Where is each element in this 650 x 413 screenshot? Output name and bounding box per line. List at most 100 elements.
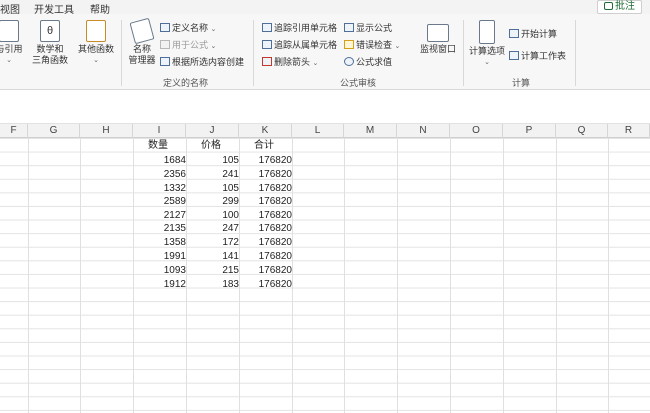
- other-functions-button[interactable]: 其他函数 ⌄: [76, 20, 116, 66]
- column-header-j[interactable]: J: [186, 124, 239, 138]
- grid-line: [397, 138, 398, 413]
- math-label-2: 三角函数: [32, 55, 69, 65]
- cell-total[interactable]: 176820: [241, 222, 292, 235]
- remove-arrows-button[interactable]: 删除箭头 ⌄: [262, 56, 318, 69]
- cell-price[interactable]: 247: [188, 222, 239, 235]
- define-name-button[interactable]: 定义名称 ⌄: [160, 22, 216, 35]
- error-checking-button[interactable]: 错误检查 ⌄: [344, 39, 400, 52]
- tag-icon: [160, 23, 170, 32]
- lookup-label: 与引用: [0, 44, 23, 54]
- column-header-i[interactable]: I: [133, 124, 186, 138]
- cell-quantity[interactable]: 2135: [135, 222, 186, 235]
- trace-precedents-icon: [262, 23, 272, 32]
- warning-icon: [344, 40, 354, 49]
- cell-price[interactable]: 100: [188, 209, 239, 222]
- evaluate-formula-icon: [344, 57, 354, 66]
- calculate-sheet-button[interactable]: 计算工作表: [509, 50, 566, 63]
- grid-icon: [160, 57, 170, 66]
- create-from-selection-button[interactable]: 根据所选内容创建: [160, 56, 244, 69]
- cell-quantity[interactable]: 1332: [135, 182, 186, 195]
- column-header-p[interactable]: P: [503, 124, 556, 138]
- cell-header-price[interactable]: 价格: [199, 139, 237, 152]
- cell-price[interactable]: 183: [188, 278, 239, 291]
- column-header-f[interactable]: F: [0, 124, 28, 138]
- column-header-k[interactable]: K: [239, 124, 292, 138]
- cell-total[interactable]: 176820: [241, 278, 292, 291]
- cell-quantity[interactable]: 1093: [135, 264, 186, 277]
- theta-icon: θ: [40, 20, 60, 42]
- formula-audit-group-label: 公式审核: [340, 78, 377, 88]
- calculate-now-icon: [509, 29, 519, 38]
- column-header-n[interactable]: N: [397, 124, 450, 138]
- cell-total[interactable]: 176820: [241, 209, 292, 222]
- watch-window-button[interactable]: 监视窗口: [418, 24, 458, 55]
- ribbon: 与引用 ⌄ θ 数学和 三角函数 其他函数 ⌄ 名称 管理器 定义名称 ⌄ 用于…: [0, 14, 650, 90]
- comment-icon: [604, 2, 613, 10]
- create-from-selection-label: 根据所选内容创建: [172, 57, 245, 67]
- column-header-h[interactable]: H: [80, 124, 133, 138]
- cell-quantity[interactable]: 1912: [135, 278, 186, 291]
- cell-total[interactable]: 176820: [241, 154, 292, 167]
- cell-total[interactable]: 176820: [241, 264, 292, 277]
- evaluate-formula-button[interactable]: 公式求值: [344, 56, 392, 69]
- cell-price[interactable]: 215: [188, 264, 239, 277]
- separator: [463, 20, 464, 86]
- cell-price[interactable]: 141: [188, 250, 239, 263]
- column-header-m[interactable]: M: [344, 124, 397, 138]
- more-functions-icon: [86, 20, 106, 42]
- separator: [253, 20, 254, 86]
- cell-price[interactable]: 241: [188, 168, 239, 181]
- other-label: 其他函数: [77, 44, 114, 54]
- cell-quantity[interactable]: 2356: [135, 168, 186, 181]
- cell-total[interactable]: 176820: [241, 182, 292, 195]
- name-manager-button[interactable]: 名称 管理器: [126, 17, 158, 66]
- cell-price[interactable]: 105: [188, 182, 239, 195]
- cell-quantity[interactable]: 1991: [135, 250, 186, 263]
- formula-bar-area: [0, 90, 650, 124]
- define-name-label: 定义名称: [172, 23, 209, 33]
- column-header-row: F G H I J K L M N O P Q R: [0, 124, 650, 138]
- cell-price[interactable]: 105: [188, 154, 239, 167]
- tag-icon: [129, 17, 155, 45]
- defined-names-group-label: 定义的名称: [163, 78, 209, 88]
- cell-quantity[interactable]: 2127: [135, 209, 186, 222]
- math-trig-button[interactable]: θ 数学和 三角函数: [32, 20, 68, 66]
- calculation-options-button[interactable]: 计算选项 ⌄: [468, 20, 506, 68]
- grid-line: [186, 138, 187, 413]
- cell-price[interactable]: 172: [188, 236, 239, 249]
- cell-quantity[interactable]: 1684: [135, 154, 186, 167]
- cell-price[interactable]: 299: [188, 195, 239, 208]
- watch-window-icon: [427, 24, 449, 42]
- cell-total[interactable]: 176820: [241, 168, 292, 181]
- cell-header-total[interactable]: 合计: [252, 139, 290, 152]
- calculate-now-button[interactable]: 开始计算: [509, 28, 557, 41]
- lookup-reference-button[interactable]: 与引用 ⌄: [0, 20, 24, 66]
- column-header-r[interactable]: R: [608, 124, 650, 138]
- grid-line: [292, 138, 293, 413]
- column-header-l[interactable]: L: [292, 124, 344, 138]
- column-header-g[interactable]: G: [28, 124, 80, 138]
- comment-button[interactable]: 批注: [597, 0, 642, 14]
- watch-window-label: 监视窗口: [419, 44, 456, 54]
- use-in-formula-button[interactable]: 用于公式 ⌄: [160, 39, 216, 52]
- error-checking-label: 错误检查: [356, 40, 393, 50]
- calculate-sheet-icon: [509, 51, 519, 60]
- calculation-group-label: 计算: [512, 78, 531, 88]
- name-manager-label-1: 名称: [132, 44, 151, 54]
- use-in-formula-label: 用于公式: [172, 40, 209, 50]
- cell-grid[interactable]: [0, 138, 650, 413]
- cell-header-quantity[interactable]: 数量: [146, 139, 184, 152]
- trace-precedents-button[interactable]: 追踪引用单元格: [262, 22, 337, 35]
- trace-dependents-button[interactable]: 追踪从属单元格: [262, 39, 337, 52]
- grid-line: [80, 138, 81, 413]
- column-header-o[interactable]: O: [450, 124, 503, 138]
- column-header-q[interactable]: Q: [556, 124, 608, 138]
- show-formulas-button[interactable]: 显示公式: [344, 22, 392, 35]
- cell-quantity[interactable]: 2589: [135, 195, 186, 208]
- cell-total[interactable]: 176820: [241, 236, 292, 249]
- cell-total[interactable]: 176820: [241, 195, 292, 208]
- show-formulas-icon: [344, 23, 354, 32]
- cell-total[interactable]: 176820: [241, 250, 292, 263]
- cell-quantity[interactable]: 1358: [135, 236, 186, 249]
- chevron-down-icon: ⌄: [312, 60, 319, 67]
